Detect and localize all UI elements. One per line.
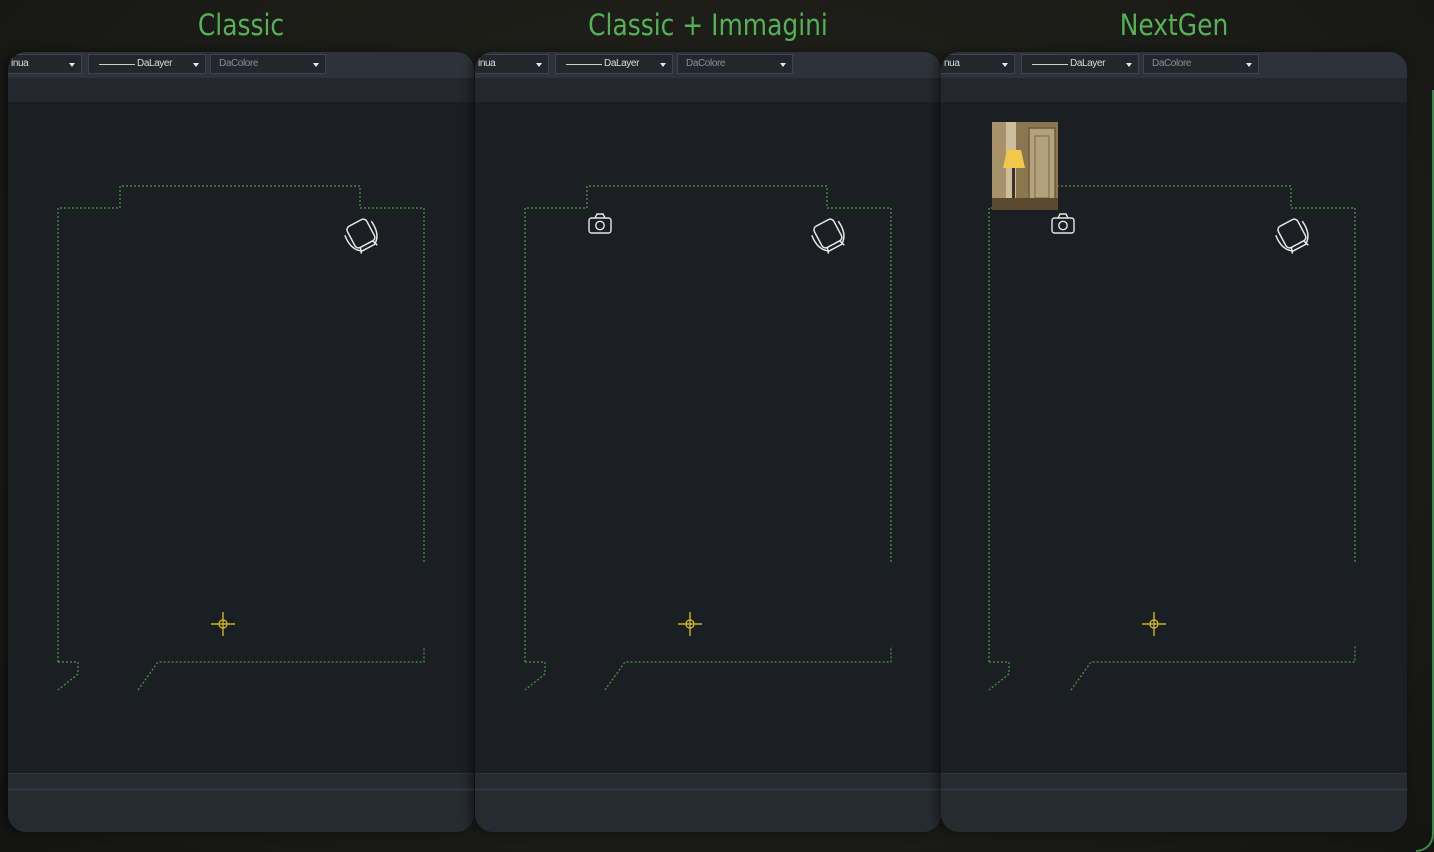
secondary-bar [8, 78, 474, 102]
armchair-icon [1275, 218, 1309, 254]
floor-plan [57, 185, 425, 691]
status-bar [8, 773, 474, 832]
linetype-value: inua [478, 58, 496, 69]
secondary-bar [475, 78, 941, 102]
layer-dropdown[interactable]: DaLayer [88, 54, 206, 74]
chevron-down-icon [1246, 63, 1252, 67]
line-sample [99, 64, 135, 65]
panel-classic-immagini: inua DaLayer DaColore [475, 52, 941, 832]
color-value: DaColore [1152, 58, 1192, 69]
color-dropdown[interactable]: DaColore [677, 54, 793, 74]
armchair-icon [811, 218, 845, 254]
floor-plan [988, 122, 1356, 691]
camera-icon [588, 213, 612, 234]
chevron-down-icon [313, 63, 319, 67]
room-outline [57, 185, 425, 662]
drawing-canvas[interactable] [941, 102, 1407, 824]
camera-icon [1051, 213, 1075, 234]
chevron-down-icon [1126, 63, 1132, 67]
caption-classic: Classic [197, 8, 285, 42]
crosshair-icon [211, 612, 235, 636]
armchair-icon [344, 218, 378, 254]
room-outline [988, 185, 1356, 662]
chevron-down-icon [536, 63, 542, 67]
caption-classic-immagini: Classic + Immagini [588, 8, 828, 42]
color-value: DaColore [219, 58, 259, 69]
secondary-bar [941, 78, 1407, 102]
floor-plan [524, 185, 892, 691]
layer-value: DaLayer [1070, 58, 1105, 69]
room-outline-bottom [524, 646, 892, 691]
photo-thumbnail [992, 122, 1058, 210]
color-dropdown[interactable]: DaColore [210, 54, 326, 74]
panel-nextgen: nua DaLayer DaColore [941, 52, 1407, 832]
drawing-canvas[interactable] [475, 102, 941, 824]
caption-nextgen: NextGen [1119, 8, 1229, 42]
toolbar: inua DaLayer DaColore [475, 52, 941, 78]
linetype-value: inua [11, 58, 29, 69]
chevron-down-icon [193, 63, 199, 67]
room-outline [524, 185, 892, 662]
status-bar [941, 773, 1407, 832]
linetype-dropdown[interactable]: inua [475, 54, 549, 74]
layer-dropdown[interactable]: DaLayer [555, 54, 673, 74]
layer-dropdown[interactable]: DaLayer [1021, 54, 1139, 74]
toolbar: nua DaLayer DaColore [941, 52, 1407, 78]
line-sample [566, 64, 602, 65]
line-sample [1032, 64, 1068, 65]
room-outline-bottom [57, 646, 425, 691]
layer-value: DaLayer [604, 58, 639, 69]
linetype-value: nua [944, 58, 960, 69]
color-value: DaColore [686, 58, 726, 69]
chevron-down-icon [1002, 63, 1008, 67]
crosshair-icon [1142, 612, 1166, 636]
drawing-canvas[interactable] [8, 102, 474, 824]
color-dropdown[interactable]: DaColore [1143, 54, 1259, 74]
chevron-down-icon [660, 63, 666, 67]
room-outline-bottom [988, 646, 1356, 691]
status-bar [475, 773, 941, 832]
linetype-dropdown[interactable]: inua [8, 54, 82, 74]
chevron-down-icon [69, 63, 75, 67]
panel-classic: inua DaLayer DaColore [8, 52, 474, 832]
chevron-down-icon [780, 63, 786, 67]
crosshair-icon [678, 612, 702, 636]
layer-value: DaLayer [137, 58, 172, 69]
frame-edge [1416, 90, 1434, 852]
comparison-stage: Classic Classic + Immagini NextGen inua … [0, 0, 1434, 852]
linetype-dropdown[interactable]: nua [941, 54, 1015, 74]
toolbar: inua DaLayer DaColore [8, 52, 474, 78]
